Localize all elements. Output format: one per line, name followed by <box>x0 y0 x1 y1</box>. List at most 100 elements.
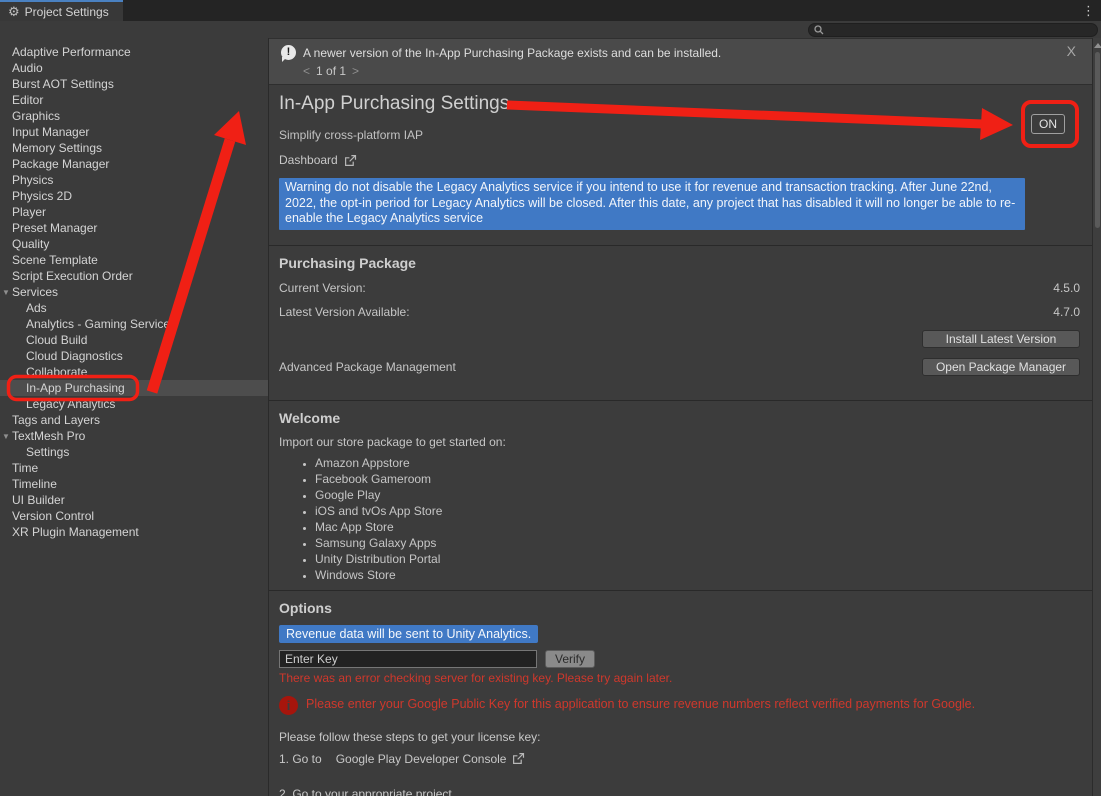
latest-version-value: 4.7.0 <box>1053 305 1080 319</box>
sidebar-item-ui-builder[interactable]: UI Builder <box>0 492 268 508</box>
sidebar-item-script-execution-order[interactable]: Script Execution Order <box>0 268 268 284</box>
sidebar-item-tags-and-layers[interactable]: Tags and Layers <box>0 412 268 428</box>
sidebar-item-scene-template[interactable]: Scene Template <box>0 252 268 268</box>
step-1-prefix: 1. Go to <box>279 752 322 766</box>
search-box[interactable] <box>808 23 1098 37</box>
external-link-icon[interactable] <box>512 752 525 765</box>
install-latest-version-button[interactable]: Install Latest Version <box>922 330 1080 348</box>
sidebar-item-version-control[interactable]: Version Control <box>0 508 268 524</box>
open-package-manager-button[interactable]: Open Package Manager <box>922 358 1080 376</box>
sidebar-item-quality[interactable]: Quality <box>0 236 268 252</box>
scrollbar-thumb[interactable] <box>1095 52 1100 228</box>
chevron-down-icon[interactable]: ▼ <box>2 285 10 301</box>
analytics-note-badge: Revenue data will be sent to Unity Analy… <box>279 625 538 643</box>
advanced-package-label: Advanced Package Management <box>279 360 456 374</box>
sidebar-item-label: Quality <box>12 237 49 251</box>
key-error-message: There was an error checking server for e… <box>279 671 1080 685</box>
sidebar-item-graphics[interactable]: Graphics <box>0 108 268 124</box>
dashboard-label: Dashboard <box>279 153 338 167</box>
sidebar-item-label: Memory Settings <box>12 141 102 155</box>
external-link-icon <box>344 154 357 167</box>
section-divider <box>269 590 1092 591</box>
close-notification-icon[interactable]: X <box>1067 43 1076 59</box>
sidebar-item-label: Preset Manager <box>12 221 97 235</box>
section-divider <box>269 400 1092 401</box>
google-key-warning-row: i Please enter your Google Public Key fo… <box>279 695 1080 715</box>
toolbar <box>0 21 1101 38</box>
sidebar-item-label: Package Manager <box>12 157 109 171</box>
sidebar-item-input-manager[interactable]: Input Manager <box>0 124 268 140</box>
sidebar-item-player[interactable]: Player <box>0 204 268 220</box>
scroll-up-icon[interactable] <box>1094 43 1101 48</box>
sidebar-item-ads[interactable]: Ads <box>0 300 268 316</box>
sidebar-item-editor[interactable]: Editor <box>0 92 268 108</box>
kebab-menu-icon[interactable]: ⋮ <box>1082 2 1095 19</box>
sidebar-item-label: TextMesh Pro <box>12 429 85 443</box>
welcome-intro: Import our store package to get started … <box>279 435 1080 449</box>
sidebar-item-label: Adaptive Performance <box>12 45 131 59</box>
settings-sidebar: Adaptive PerformanceAudioBurst AOT Setti… <box>0 38 268 796</box>
sidebar-item-label: Collaborate <box>26 365 87 379</box>
sidebar-item-physics[interactable]: Physics <box>0 172 268 188</box>
notification-icon: ! <box>281 45 296 60</box>
pager-prev-icon[interactable]: < <box>303 64 310 78</box>
sidebar-item-cloud-diagnostics[interactable]: Cloud Diagnostics <box>0 348 268 364</box>
sidebar-item-label: Player <box>12 205 46 219</box>
sidebar-item-xr-plugin-management[interactable]: XR Plugin Management <box>0 524 268 540</box>
current-version-label: Current Version: <box>279 281 366 295</box>
google-key-warning: Please enter your Google Public Key for … <box>306 695 975 712</box>
sidebar-item-label: Physics <box>12 173 53 187</box>
sidebar-item-label: Legacy Analytics <box>26 397 115 411</box>
options-heading: Options <box>279 600 1080 616</box>
search-input[interactable] <box>824 24 1092 36</box>
chevron-down-icon[interactable]: ▼ <box>2 429 10 445</box>
sidebar-item-time[interactable]: Time <box>0 460 268 476</box>
step-2-text: 2. Go to your appropriate project. <box>279 787 1080 796</box>
purchasing-package-heading: Purchasing Package <box>279 255 1080 271</box>
sidebar-item-in-app-purchasing[interactable]: In-App Purchasing <box>0 380 268 396</box>
sidebar-item-burst-aot-settings[interactable]: Burst AOT Settings <box>0 76 268 92</box>
sidebar-item-label: Cloud Diagnostics <box>26 349 123 363</box>
step-1-row: 1. Go to Google Play Developer Console <box>279 752 1080 766</box>
sidebar-item-services[interactable]: ▼Services <box>0 284 268 300</box>
verify-button[interactable]: Verify <box>545 650 595 668</box>
sidebar-item-legacy-analytics[interactable]: Legacy Analytics <box>0 396 268 412</box>
sidebar-list: Adaptive PerformanceAudioBurst AOT Setti… <box>0 44 268 540</box>
sidebar-item-settings[interactable]: Settings <box>0 444 268 460</box>
store-list-item: Unity Distribution Portal <box>315 551 1080 567</box>
vertical-scrollbar[interactable] <box>1092 38 1101 796</box>
tab-project-settings[interactable]: ⚙ Project Settings <box>0 0 123 21</box>
section-divider <box>269 245 1092 246</box>
store-list-item: Google Play <box>315 487 1080 503</box>
pager-next-icon[interactable]: > <box>352 64 359 78</box>
iap-on-toggle[interactable]: ON <box>1031 114 1065 134</box>
notification-banner: ! A newer version of the In-App Purchasi… <box>269 38 1092 85</box>
sidebar-item-audio[interactable]: Audio <box>0 60 268 76</box>
sidebar-item-memory-settings[interactable]: Memory Settings <box>0 140 268 156</box>
sidebar-item-collaborate[interactable]: Collaborate <box>0 364 268 380</box>
sidebar-item-timeline[interactable]: Timeline <box>0 476 268 492</box>
sidebar-item-adaptive-performance[interactable]: Adaptive Performance <box>0 44 268 60</box>
settings-content: In-App Purchasing Settings Simplify cros… <box>269 93 1092 796</box>
store-list-item: Windows Store <box>315 567 1080 583</box>
sidebar-item-label: Scene Template <box>12 253 98 267</box>
tab-label: Project Settings <box>25 5 109 19</box>
dashboard-link[interactable]: Dashboard <box>279 153 1080 167</box>
sidebar-item-textmesh-pro[interactable]: ▼TextMesh Pro <box>0 428 268 444</box>
info-icon: i <box>279 696 298 715</box>
sidebar-item-label: In-App Purchasing <box>26 381 125 395</box>
sidebar-item-analytics-gaming-services[interactable]: Analytics - Gaming Services <box>0 316 268 332</box>
google-play-console-link[interactable]: Google Play Developer Console <box>336 752 507 766</box>
sidebar-item-label: Analytics - Gaming Services <box>26 317 176 331</box>
sidebar-item-cloud-build[interactable]: Cloud Build <box>0 332 268 348</box>
main-panel: ! A newer version of the In-App Purchasi… <box>269 38 1092 796</box>
sidebar-item-label: Timeline <box>12 477 57 491</box>
enter-key-input[interactable] <box>279 650 537 668</box>
sidebar-item-physics-2d[interactable]: Physics 2D <box>0 188 268 204</box>
latest-version-label: Latest Version Available: <box>279 305 410 319</box>
sidebar-item-package-manager[interactable]: Package Manager <box>0 156 268 172</box>
sidebar-item-preset-manager[interactable]: Preset Manager <box>0 220 268 236</box>
sidebar-item-label: Version Control <box>12 509 94 523</box>
sidebar-item-label: Ads <box>26 301 47 315</box>
store-list-item: iOS and tvOs App Store <box>315 503 1080 519</box>
